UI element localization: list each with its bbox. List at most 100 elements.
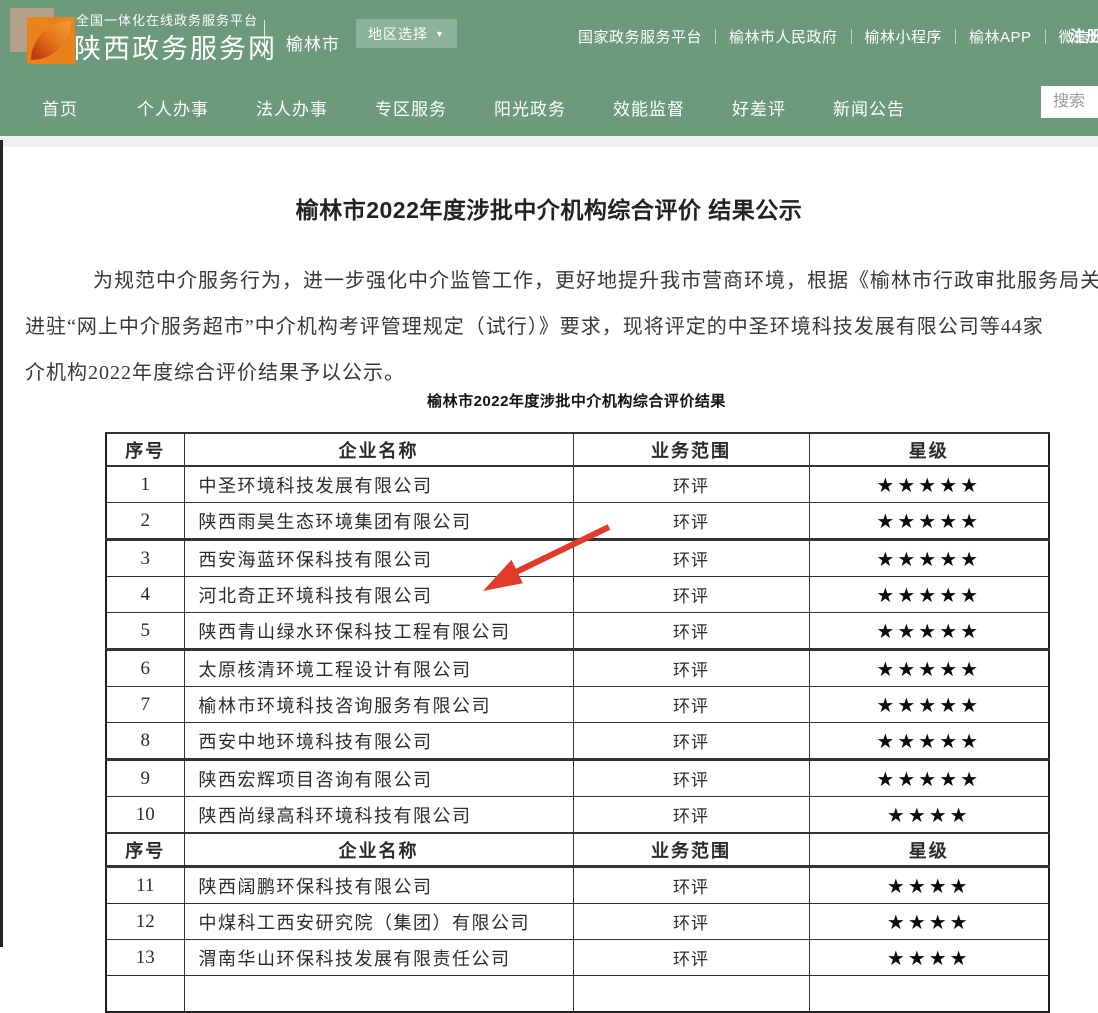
quick-link-1[interactable]: 榆林市人民政府 [729,26,838,47]
cell-name: 渭南华山环保科技发展有限责任公司 [184,940,573,976]
cell-no: 2 [106,503,184,540]
divider [851,29,852,44]
quick-link-3[interactable]: 榆林APP [969,26,1032,47]
cell-scope: 环评 [573,613,809,650]
cell-scope: 环评 [573,867,809,904]
divider [955,29,956,44]
cell-scope: 环评 [573,797,809,834]
table-row: 7榆林市环境科技咨询服务有限公司环评★★★★★ [106,687,1049,723]
screen-edge-artifact [0,140,3,947]
table-row: 4河北奇正环境科技有限公司环评★★★★★ [106,577,1049,613]
cell-no: 9 [106,760,184,797]
cell-scope: 环评 [573,940,809,976]
cell-no: 1 [106,466,184,503]
cell-scope: 环评 [573,723,809,760]
cell-scope: 环评 [573,466,809,503]
cell-name: 河北奇正环境科技有限公司 [184,577,573,613]
region-selector-button[interactable]: 地区选择 ▼ [356,19,457,48]
results-table: 序号企业名称业务范围星级1中圣环境科技发展有限公司环评★★★★★2陕西雨昊生态环… [105,432,1050,1013]
cell-no: 3 [106,540,184,577]
paragraph-line: 介机构2022年度综合评价结果予以公示。 [0,356,1098,385]
cell-name: 西安中地环境科技有限公司 [184,723,573,760]
nav-item-7[interactable]: 新闻公告 [833,95,905,120]
cell-no: 12 [106,904,184,940]
cell-scope: 环评 [573,904,809,940]
cell-scope: 环评 [573,650,809,687]
cell-scope: 环评 [573,577,809,613]
cell-no: 6 [106,650,184,687]
cell-stars: ★★★★★ [809,613,1049,650]
cell-name: 陕西阔鹏环保科技有限公司 [184,867,573,904]
table-row: 9陕西宏辉项目咨询有限公司环评★★★★★ [106,760,1049,797]
table-row: 8西安中地环境科技有限公司环评★★★★★ [106,723,1049,760]
column-header-no: 序号 [106,833,184,867]
results-table-body: 序号企业名称业务范围星级1中圣环境科技发展有限公司环评★★★★★2陕西雨昊生态环… [106,433,1049,1012]
table-row: 1中圣环境科技发展有限公司环评★★★★★ [106,466,1049,503]
chevron-down-icon: ▼ [435,29,445,39]
column-header-stars: 星级 [809,833,1049,867]
table-row: 12中煤科工西安研究院（集团）有限公司环评★★★★ [106,904,1049,940]
cell-stars: ★★★★★ [809,687,1049,723]
cell-no [106,976,184,1013]
nav-item-5[interactable]: 效能监督 [613,95,685,120]
cell-scope: 环评 [573,687,809,723]
table-header-row: 序号企业名称业务范围星级 [106,833,1049,867]
paragraph-line: 为规范中介服务行为，进一步强化中介监管工作，更好地提升我市营商环境，根据《榆林市… [0,264,1098,293]
column-header-scope: 业务范围 [573,833,809,867]
divider [264,20,265,58]
cell-stars: ★★★★ [809,940,1049,976]
cell-stars: ★★★★★ [809,577,1049,613]
cell-name: 西安海蓝环保科技有限公司 [184,540,573,577]
cell-name: 太原核清环境工程设计有限公司 [184,650,573,687]
logo-orange-square [27,17,75,64]
table-row: 6太原核清环境工程设计有限公司环评★★★★★ [106,650,1049,687]
table-header-row: 序号企业名称业务范围星级 [106,433,1049,466]
column-header-name: 企业名称 [184,833,573,867]
table-row: 10陕西尚绿高科环境科技有限公司环评★★★★ [106,797,1049,834]
quick-link-0[interactable]: 国家政务服务平台 [578,26,702,47]
site-header: 全国一体化在线政务服务平台 陕西政务服务网 榆林市 地区选择 ▼ 国家政务服务平… [0,0,1098,136]
table-caption: 榆林市2022年度涉批中介机构综合评价结果 [105,390,1048,411]
cell-stars: ★★★★★ [809,540,1049,577]
cell-name: 中煤科工西安研究院（集团）有限公司 [184,904,573,940]
search-input[interactable] [1041,86,1098,118]
header-quick-links: 国家政务服务平台榆林市人民政府榆林小程序榆林APP微信公众号 [578,26,1098,47]
cell-stars: ★★★★ [809,867,1049,904]
cell-no: 10 [106,797,184,834]
cell-name: 陕西宏辉项目咨询有限公司 [184,760,573,797]
column-header-no: 序号 [106,433,184,466]
paragraph-line: 进驻“网上中介服务超市”中介机构考评管理规定（试行）》要求，现将评定的中圣环境科… [0,310,1098,339]
cell-name: 榆林市环境科技咨询服务有限公司 [184,687,573,723]
cell-stars: ★★★★★ [809,466,1049,503]
nav-item-3[interactable]: 专区服务 [375,95,447,120]
cell-name: 陕西青山绿水环保科技工程有限公司 [184,613,573,650]
nav-item-4[interactable]: 阳光政务 [494,95,566,120]
nav-item-2[interactable]: 法人办事 [256,95,328,120]
region-selector-label: 地区选择 [368,24,428,44]
cell-stars: ★★★★★ [809,650,1049,687]
cell-no: 13 [106,940,184,976]
register-link[interactable]: 注册 [1070,25,1098,46]
column-header-stars: 星级 [809,433,1049,466]
site-name[interactable]: 陕西政务服务网 [74,27,277,66]
table-row: 3西安海蓝环保科技有限公司环评★★★★★ [106,540,1049,577]
cell-stars: ★★★★★ [809,723,1049,760]
nav-item-1[interactable]: 个人办事 [137,95,209,120]
cell-no: 8 [106,723,184,760]
column-header-name: 企业名称 [184,433,573,466]
cell-stars: ★★★★ [809,797,1049,834]
site-logo-icon[interactable] [10,6,74,64]
nav-item-6[interactable]: 好差评 [732,95,786,120]
nav-item-0[interactable]: 首页 [42,95,78,120]
divider [1045,29,1046,44]
cell-stars [809,976,1049,1013]
table-row [106,976,1049,1013]
main-nav: 首页 个人办事 法人办事 专区服务 阳光政务 效能监督 好差评 新闻公告 [42,95,905,120]
table-row: 5陕西青山绿水环保科技工程有限公司环评★★★★★ [106,613,1049,650]
column-header-scope: 业务范围 [573,433,809,466]
quick-link-2[interactable]: 榆林小程序 [865,26,943,47]
cell-name: 中圣环境科技发展有限公司 [184,466,573,503]
table-row: 11陕西阔鹏环保科技有限公司环评★★★★ [106,867,1049,904]
cell-no: 7 [106,687,184,723]
cell-name: 陕西尚绿高科环境科技有限公司 [184,797,573,834]
